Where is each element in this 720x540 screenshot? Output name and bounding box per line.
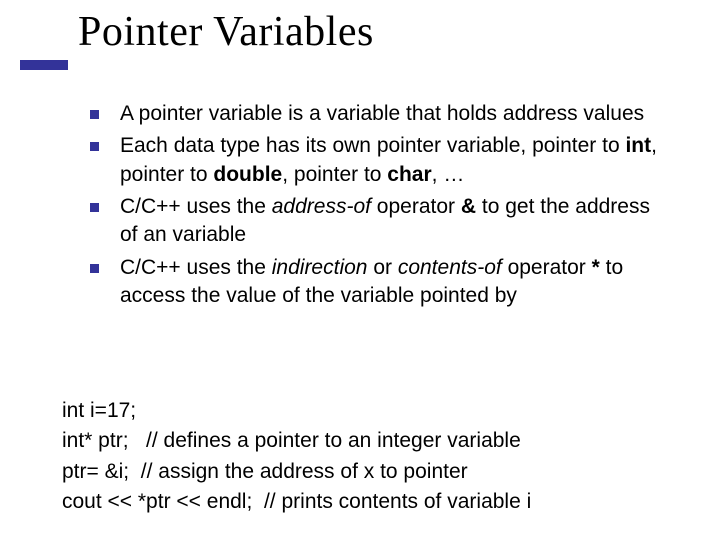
- bullet-text-segment: or: [367, 256, 397, 279]
- slide: Pointer Variables A pointer variable is …: [0, 0, 720, 540]
- code-line: int i=17;: [62, 396, 662, 426]
- bullet-text-segment: operator: [371, 195, 461, 218]
- bullet-item: A pointer variable is a variable that ho…: [90, 100, 660, 128]
- code-block: int i=17;int* ptr; // defines a pointer …: [62, 396, 662, 518]
- bullet-item: C/C++ uses the address-of operator & to …: [90, 193, 660, 250]
- bullet-text-segment: , pointer to: [282, 163, 387, 186]
- bullet-text-segment: *: [592, 256, 600, 279]
- bullet-item: Each data type has its own pointer varia…: [90, 132, 660, 189]
- code-line: int* ptr; // defines a pointer to an int…: [62, 426, 662, 456]
- bullet-item: C/C++ uses the indirection or contents-o…: [90, 254, 660, 311]
- bullet-text-segment: char: [387, 163, 431, 186]
- code-line: cout << *ptr << endl; // prints contents…: [62, 487, 662, 517]
- bullet-text-segment: C/C++ uses the: [120, 256, 272, 279]
- title-accent-bar: [20, 60, 68, 70]
- slide-title: Pointer Variables: [78, 8, 374, 56]
- bullet-text-segment: &: [461, 195, 476, 218]
- bullet-ul: A pointer variable is a variable that ho…: [90, 100, 660, 310]
- bullet-text-segment: address-of: [272, 195, 371, 218]
- bullet-text-segment: double: [213, 163, 282, 186]
- code-line: ptr= &i; // assign the address of x to p…: [62, 457, 662, 487]
- bullet-text-segment: contents-of: [398, 256, 508, 279]
- bullet-text-segment: C/C++ uses the: [120, 195, 272, 218]
- bullet-text-segment: , …: [432, 163, 465, 186]
- bullet-text-segment: int: [625, 134, 651, 157]
- bullet-list: A pointer variable is a variable that ho…: [90, 100, 660, 314]
- bullet-text-segment: A pointer variable is a variable that ho…: [120, 102, 644, 125]
- bullet-text-segment: indirection: [272, 256, 368, 279]
- bullet-text-segment: Each data type has its own pointer varia…: [120, 134, 625, 157]
- bullet-text-segment: operator: [508, 256, 592, 279]
